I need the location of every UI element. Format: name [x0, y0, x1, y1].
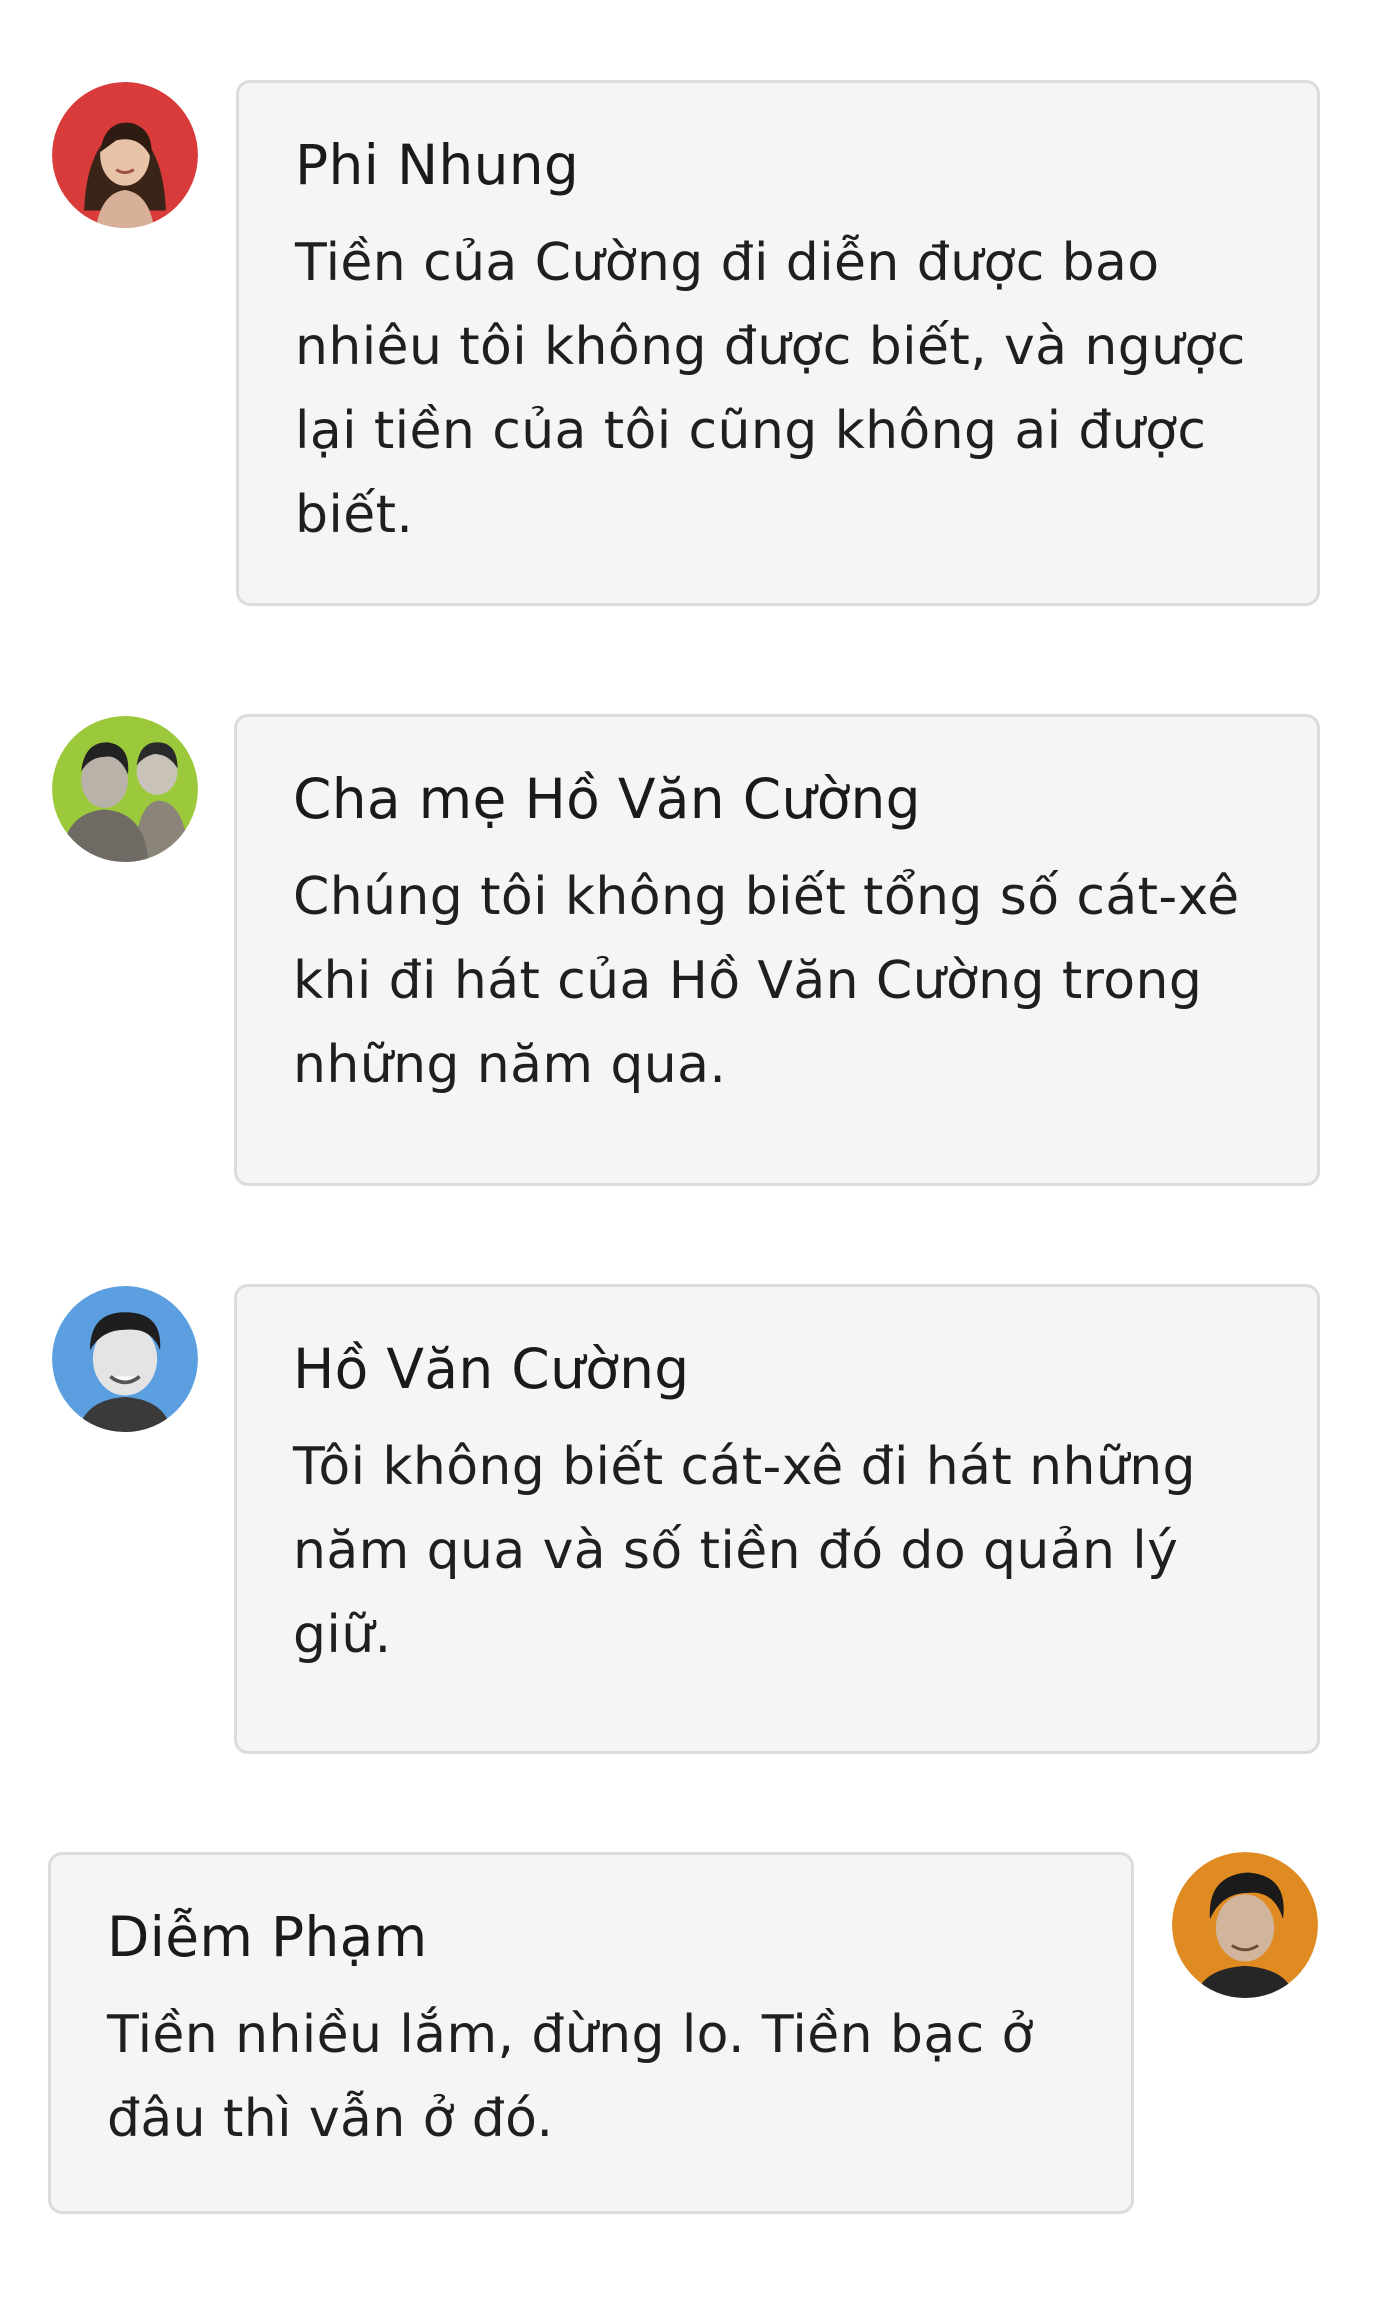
message-text: Tiền của Cường đi diễn được bao nhiêu tô…	[295, 233, 1246, 545]
message-text: Tôi không biết cát-xê đi hát những năm q…	[293, 1437, 1196, 1665]
sender-name: Diễm Phạm	[107, 1905, 428, 1969]
message-bubble: Cha mẹ Hồ Văn Cường Chúng tôi không biết…	[234, 714, 1320, 1186]
avatar-diem-pham	[1172, 1852, 1318, 1998]
message-bubble: Diễm Phạm Tiền nhiều lắm, đừng lo. Tiền …	[48, 1852, 1134, 2214]
avatar-ho-van-cuong	[52, 1286, 198, 1432]
avatar-cha-me-ho-van-cuong	[52, 716, 198, 862]
message-bubble: Hồ Văn Cường Tôi không biết cát-xê đi há…	[234, 1284, 1320, 1754]
avatar-phi-nhung	[52, 82, 198, 228]
message-text: Chúng tôi không biết tổng số cát-xê khi …	[293, 867, 1240, 1095]
person-photo-icon	[52, 1286, 198, 1432]
message-text: Tiền nhiều lắm, đừng lo. Tiền bạc ở đâu …	[107, 2005, 1034, 2149]
message-bubble: Phi Nhung Tiền của Cường đi diễn được ba…	[236, 80, 1320, 606]
sender-name: Cha mẹ Hồ Văn Cường	[293, 767, 921, 831]
person-photo-icon	[52, 82, 198, 228]
sender-name: Hồ Văn Cường	[293, 1337, 690, 1401]
person-photo-icon	[1172, 1852, 1318, 1998]
sender-name: Phi Nhung	[295, 133, 580, 197]
people-photo-icon	[52, 716, 198, 862]
